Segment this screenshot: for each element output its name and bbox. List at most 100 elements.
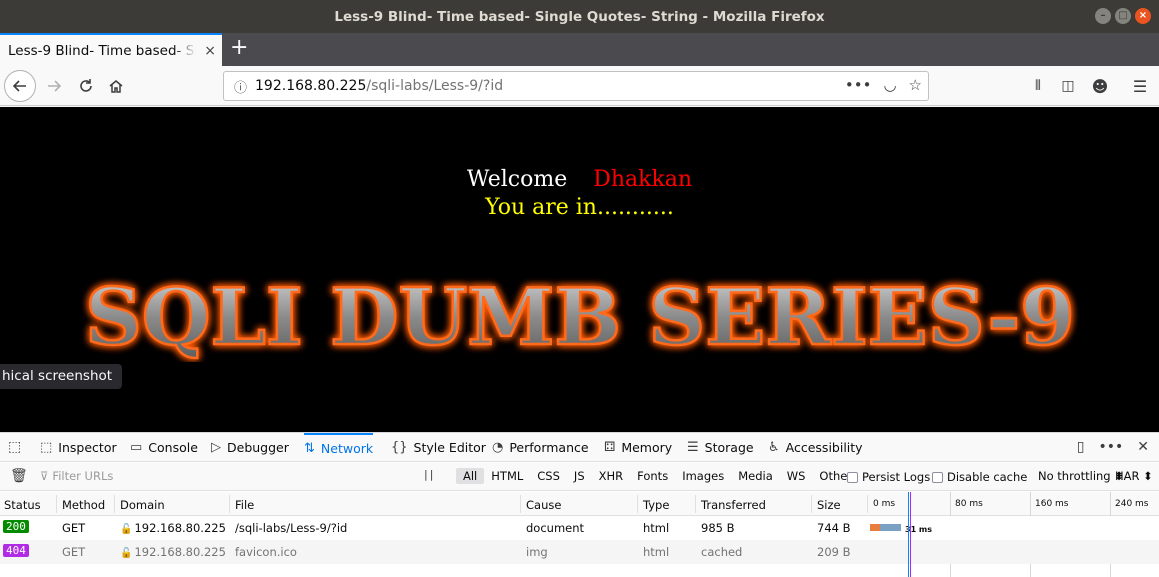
col-size[interactable]: Size [817, 498, 841, 512]
reload-button[interactable] [72, 72, 100, 100]
performance-icon: ◔ [492, 440, 504, 455]
user-name: Dhakkan [593, 167, 693, 192]
method-cell: GET [62, 545, 86, 559]
minimize-icon[interactable]: – [1095, 8, 1111, 24]
url-bar[interactable]: ⓘ 192.168.80.225/sqli-labs/Less-9/?id ••… [223, 71, 929, 101]
table-row[interactable]: 200 GET 🔓 192.168.80.225 /sqli-labs/Less-… [0, 516, 1159, 540]
navigation-toolbar: ⓘ 192.168.80.225/sqli-labs/Less-9/?id ••… [0, 66, 1159, 106]
table-row[interactable]: 404 GET 🔓 192.168.80.225 favicon.ico img … [0, 540, 1159, 564]
tab-console[interactable]: ▭ Console [130, 433, 198, 462]
tab-label: Inspector [58, 440, 117, 455]
filter-css[interactable]: CSS [530, 468, 567, 484]
network-filter-bar: 🗑 ⊽ Filter URLs || All HTML CSS JS XHR Fo… [0, 463, 1159, 491]
menu-button[interactable]: ☰ [1126, 72, 1154, 100]
col-method[interactable]: Method [62, 498, 105, 512]
tab-storage[interactable]: ☰ Storage [687, 433, 754, 462]
window-title: Less-9 Blind- Time based- Single Quotes-… [334, 8, 825, 25]
col-type[interactable]: Type [643, 498, 669, 512]
file-cell: /sqli-labs/Less-9/?id [235, 521, 348, 535]
hamburger-menu-icon: ☰ [1132, 76, 1148, 96]
pause-icon[interactable]: || [424, 468, 435, 481]
tab-style-editor[interactable]: {} Style Editor [391, 433, 486, 462]
persist-logs-checkbox[interactable]: Persist Logs [847, 470, 930, 484]
col-status[interactable]: Status [4, 498, 41, 512]
page-actions-icon[interactable]: ••• [845, 76, 872, 94]
bookmark-star-icon[interactable]: ☆ [909, 76, 922, 94]
element-picker-icon[interactable]: ⬚ [8, 439, 21, 455]
info-icon[interactable]: ⓘ [234, 77, 247, 96]
devtools-toolbar: ⬚ ⬚ Inspector ▭ Console ▷ Debugger ⇅ Network… [0, 433, 1159, 462]
storage-icon: ☰ [687, 440, 699, 455]
tab-inspector[interactable]: ⬚ Inspector [40, 433, 117, 462]
tab-label: Accessibility [785, 440, 863, 455]
status-badge: 200 [3, 520, 29, 533]
sqli-banner: SQLI DUMB SERIES-9 [84, 272, 1077, 362]
status-badge: 404 [3, 544, 29, 557]
close-window-icon[interactable]: × [1135, 8, 1151, 24]
network-icon: ⇅ [304, 441, 315, 456]
filter-icon: ⊽ [40, 469, 49, 483]
filter-all[interactable]: All [456, 468, 485, 484]
har-menu[interactable]: HAR ⬍ [1115, 469, 1153, 483]
pocket-icon[interactable]: ◡ [883, 76, 896, 94]
filter-html[interactable]: HTML [484, 468, 530, 484]
clear-trash-icon[interactable]: 🗑 [10, 468, 28, 484]
tab-debugger[interactable]: ▷ Debugger [211, 433, 289, 462]
filter-js[interactable]: JS [567, 468, 592, 484]
column-divider [229, 495, 230, 513]
maximize-icon[interactable]: □ [1115, 8, 1131, 24]
url-actions: ••• ◡ ☆ [845, 76, 922, 94]
transferred-cell: cached [701, 545, 743, 559]
timeline-tick: 80 ms [955, 499, 983, 509]
devtools-actions: ▯ ••• ✕ [1077, 439, 1149, 455]
tab-strip: Less-9 Blind- Time based- Single Quotes-… [0, 33, 1159, 66]
method-cell: GET [62, 521, 86, 535]
checkbox-box [932, 471, 943, 483]
col-transferred[interactable]: Transferred [701, 498, 766, 512]
column-divider [811, 495, 812, 513]
dock-icon[interactable]: ▯ [1077, 439, 1085, 455]
timeline-tick: 160 ms [1035, 499, 1069, 509]
filter-ws[interactable]: WS [780, 468, 813, 484]
column-divider [867, 495, 868, 513]
library-icon: ⫴ [1035, 78, 1041, 94]
tab-performance[interactable]: ◔ Performance [492, 433, 589, 462]
tab-label: Storage [704, 440, 754, 455]
forward-button[interactable] [40, 72, 68, 100]
column-divider [520, 495, 521, 513]
col-domain[interactable]: Domain [120, 498, 165, 512]
account-button[interactable]: ☻ [1086, 72, 1114, 100]
throttling-select[interactable]: No throttling ⬍ [1038, 469, 1124, 483]
more-options-icon[interactable]: ••• [1098, 439, 1123, 455]
tab-accessibility[interactable]: ♿ Accessibility [768, 433, 863, 462]
tab-close-icon[interactable]: × [204, 43, 216, 59]
tab-less9[interactable]: Less-9 Blind- Time based- Single Quotes-… [0, 33, 222, 66]
disable-cache-checkbox[interactable]: Disable cache [932, 470, 1027, 484]
filter-urls-input[interactable]: ⊽ Filter URLs [40, 469, 113, 483]
close-devtools-icon[interactable]: ✕ [1137, 439, 1149, 455]
column-divider [56, 495, 57, 513]
filter-fonts[interactable]: Fonts [630, 468, 675, 484]
timeline-tick: 0 ms [873, 499, 896, 509]
type-cell: html [643, 545, 670, 559]
filter-xhr[interactable]: XHR [592, 468, 631, 484]
url-path: /sqli-labs/Less-9/?id [366, 78, 504, 94]
request-type-filters: All HTML CSS JS XHR Fonts Images Media W… [456, 468, 859, 484]
debugger-icon: ▷ [211, 440, 221, 455]
new-tab-button[interactable]: + [230, 37, 248, 59]
accessibility-icon: ♿ [768, 440, 780, 455]
tab-network[interactable]: ⇅ Network [304, 433, 374, 462]
home-button[interactable] [102, 72, 130, 100]
domcontentloaded-marker [908, 492, 909, 577]
library-button[interactable]: ⫴ [1024, 72, 1052, 100]
col-cause[interactable]: Cause [526, 498, 561, 512]
tab-label: Debugger [227, 440, 289, 455]
back-button[interactable] [4, 70, 36, 102]
tab-memory[interactable]: ⚃ Memory [604, 433, 672, 462]
reload-icon [80, 79, 92, 92]
col-file[interactable]: File [235, 498, 254, 512]
timeline-tick: 240 ms [1115, 499, 1149, 509]
filter-media[interactable]: Media [731, 468, 780, 484]
sidebar-button[interactable]: ◫ [1054, 72, 1082, 100]
filter-images[interactable]: Images [675, 468, 731, 484]
